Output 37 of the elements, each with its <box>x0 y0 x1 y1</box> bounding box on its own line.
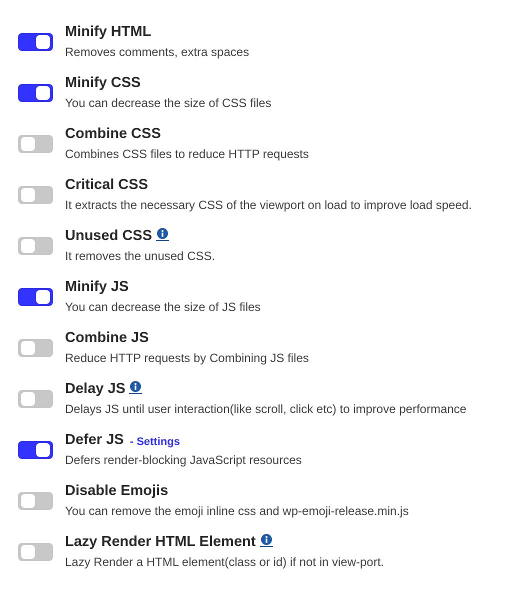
setting-title: Minify HTML <box>65 24 152 40</box>
toggle-switch[interactable] <box>18 33 53 51</box>
toggle-switch[interactable] <box>18 288 53 306</box>
setting-description: You can decrease the size of CSS files <box>65 96 272 110</box>
setting-title: Lazy Render HTML Element <box>65 534 256 550</box>
setting-description: You can decrease the size of JS files <box>65 300 261 314</box>
setting-title: Critical CSS <box>65 177 148 193</box>
toggle-switch[interactable] <box>18 135 53 153</box>
toggle-switch[interactable] <box>18 390 53 408</box>
setting-description: Delays JS until user interaction(like scroll, click etc) to improve performance <box>65 402 466 416</box>
toggle-switch[interactable] <box>18 441 53 459</box>
toggle-switch[interactable] <box>18 492 53 510</box>
setting-title: Minify JS <box>65 279 129 295</box>
toggle-switch[interactable] <box>18 339 53 357</box>
toggle-switch[interactable] <box>18 237 53 255</box>
settings-link[interactable]: - Settings <box>130 436 180 448</box>
info-icon[interactable] <box>156 228 170 241</box>
setting-title: Disable Emojis <box>65 483 168 499</box>
info-icon[interactable] <box>129 381 142 394</box>
setting-description: It removes the unused CSS. <box>65 249 216 263</box>
setting-title: Unused CSS <box>65 228 152 244</box>
setting-description: Lazy Render a HTML element(class or id) if not in view-port. <box>65 555 384 569</box>
setting-description: Reduce HTTP requests by Combining JS files <box>65 351 309 365</box>
toggle-switch[interactable] <box>18 186 53 204</box>
setting-title: Defer JS <box>65 432 124 448</box>
toggle-switch[interactable] <box>18 543 53 561</box>
setting-description: You can remove the emoji inline css and wp-emoji-release.min.js <box>65 504 409 518</box>
setting-description: Combines CSS files to reduce HTTP requests <box>65 147 309 161</box>
setting-title: Combine JS <box>65 330 149 346</box>
toggle-switch[interactable] <box>18 84 53 102</box>
setting-description: Removes comments, extra spaces <box>65 45 250 59</box>
setting-title: Delay JS <box>65 381 126 397</box>
setting-title: Minify CSS <box>65 75 141 91</box>
setting-description: Defers render-blocking JavaScript resources <box>65 453 302 467</box>
info-icon[interactable] <box>260 534 273 547</box>
setting-description: It extracts the necessary CSS of the viewport on load to improve load speed. <box>65 198 472 212</box>
setting-title: Combine CSS <box>65 126 161 142</box>
